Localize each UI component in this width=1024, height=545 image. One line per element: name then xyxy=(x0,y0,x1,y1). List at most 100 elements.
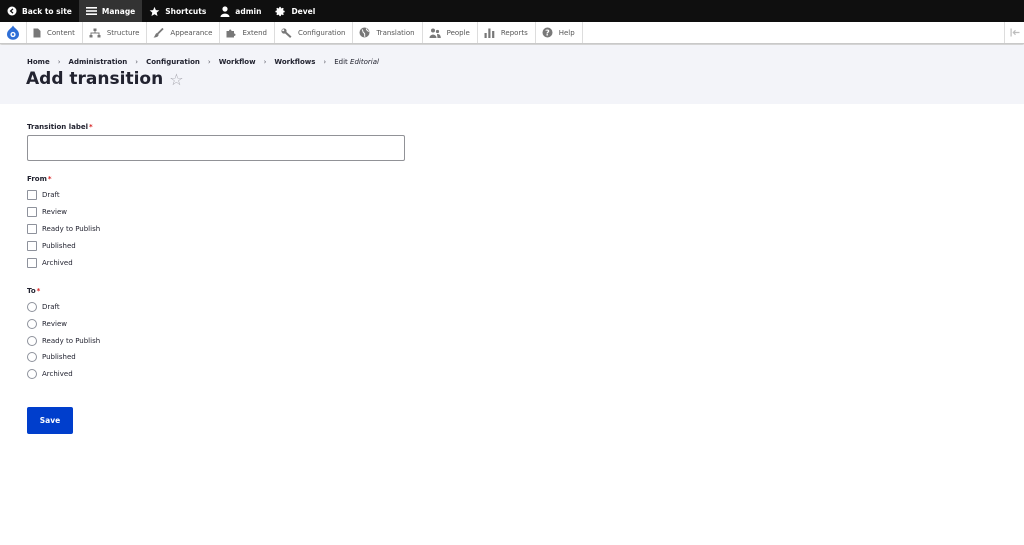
option-label: Ready to Publish xyxy=(42,225,101,233)
breadcrumb-separator: › xyxy=(57,58,61,66)
radio-button[interactable] xyxy=(27,336,37,346)
manage-label: Manage xyxy=(101,6,136,16)
checkbox[interactable] xyxy=(27,224,37,234)
back-arrow-icon xyxy=(7,6,17,16)
from-option-archived[interactable]: Archived xyxy=(27,258,73,268)
breadcrumb-home[interactable]: Home xyxy=(27,58,50,66)
checkbox[interactable] xyxy=(27,258,37,268)
sitemap-icon xyxy=(89,28,101,37)
option-label: Draft xyxy=(42,303,60,311)
help-icon: ? xyxy=(542,27,553,38)
collapse-arrow-icon xyxy=(1010,28,1019,37)
paintbrush-icon xyxy=(153,27,165,37)
tray-orientation-toggle[interactable] xyxy=(1004,22,1024,43)
breadcrumb-separator: › xyxy=(135,58,139,66)
breadcrumb-configuration[interactable]: Configuration xyxy=(146,58,200,66)
to-option-review[interactable]: Review xyxy=(27,319,67,329)
bar-chart-icon xyxy=(484,28,495,38)
breadcrumb-workflow[interactable]: Workflow xyxy=(219,58,256,66)
admin-toolbar: Back to site Manage Shortcuts admin Deve… xyxy=(0,0,1024,22)
tray-item-reports[interactable]: Reports xyxy=(478,22,536,43)
tray-item-appearance[interactable]: Appearance xyxy=(147,22,221,43)
breadcrumb-workflows[interactable]: Workflows xyxy=(274,58,315,66)
option-label: Draft xyxy=(42,191,60,199)
breadcrumb-edit-editorial[interactable]: Edit Editorial xyxy=(334,58,379,66)
page-title-text: Add transition xyxy=(26,69,164,89)
user-tab[interactable]: admin xyxy=(213,0,268,22)
devel-tab[interactable]: Devel xyxy=(268,0,322,22)
to-option-archived[interactable]: Archived xyxy=(27,369,73,379)
required-marker: * xyxy=(36,287,41,295)
checkbox[interactable] xyxy=(27,241,37,251)
transition-label-text: Transition label xyxy=(27,123,88,131)
puzzle-icon xyxy=(226,29,236,37)
tray-label-translation: Translation xyxy=(376,28,415,37)
tray-label-appearance: Appearance xyxy=(170,28,213,37)
tray-label-people: People xyxy=(446,28,470,37)
drupal-drop-icon xyxy=(7,25,19,40)
tray-item-content[interactable]: Content xyxy=(27,22,83,43)
checkbox[interactable] xyxy=(27,190,37,200)
to-label-text: To xyxy=(27,287,36,295)
drupal-logo[interactable] xyxy=(0,22,27,43)
tray-item-structure[interactable]: Structure xyxy=(83,22,148,43)
radio-button[interactable] xyxy=(27,319,37,329)
option-label: Archived xyxy=(42,259,73,267)
wrench-icon xyxy=(281,27,292,38)
option-label: Archived xyxy=(42,370,73,378)
transition-label-title: Transition label* xyxy=(27,123,93,131)
to-option-published[interactable]: Published xyxy=(27,352,76,362)
devel-label: Devel xyxy=(291,6,316,16)
gear-icon xyxy=(275,6,286,16)
option-label: Published xyxy=(42,353,76,361)
tray-label-extend: Extend xyxy=(242,28,267,37)
back-to-site-link[interactable]: Back to site xyxy=(0,0,79,22)
tray-item-configuration[interactable]: Configuration xyxy=(275,22,354,43)
manage-tab[interactable]: Manage xyxy=(78,0,143,22)
star-icon xyxy=(149,6,160,16)
breadcrumb-separator: › xyxy=(263,58,267,66)
option-label: Review xyxy=(42,320,67,328)
user-label: admin xyxy=(235,6,262,16)
from-option-draft[interactable]: Draft xyxy=(27,190,60,200)
breadcrumb: Home › Administration › Configuration › … xyxy=(27,58,379,66)
breadcrumb-edit-workflow-name: Editorial xyxy=(350,58,379,66)
from-option-published[interactable]: Published xyxy=(27,241,76,251)
user-icon xyxy=(220,5,230,17)
option-label: Published xyxy=(42,242,76,250)
globe-icon xyxy=(359,27,370,38)
tray-item-people[interactable]: People xyxy=(423,22,478,43)
tray-label-configuration: Configuration xyxy=(297,28,346,37)
breadcrumb-separator: › xyxy=(323,58,327,66)
breadcrumb-administration[interactable]: Administration xyxy=(69,58,128,66)
breadcrumb-edit-prefix: Edit xyxy=(334,58,348,66)
shortcut-star-icon[interactable]: ☆ xyxy=(169,70,183,89)
radio-button[interactable] xyxy=(27,302,37,312)
tray-label-structure: Structure xyxy=(106,28,140,37)
from-option-review[interactable]: Review xyxy=(27,207,67,217)
tray-item-help[interactable]: ? Help xyxy=(536,22,583,43)
breadcrumb-separator: › xyxy=(207,58,211,66)
tray-label-content: Content xyxy=(47,28,75,37)
back-to-site-label: Back to site xyxy=(22,6,72,16)
checkbox[interactable] xyxy=(27,207,37,217)
required-marker: * xyxy=(47,175,52,183)
option-label: Review xyxy=(42,208,67,216)
radio-button[interactable] xyxy=(27,369,37,379)
from-label-text: From xyxy=(27,175,47,183)
to-option-draft[interactable]: Draft xyxy=(27,302,60,312)
admin-menu-tray: Content Structure Appearance Extend Conf… xyxy=(0,22,1024,44)
hamburger-icon xyxy=(85,7,97,15)
radio-button[interactable] xyxy=(27,352,37,362)
tray-item-extend[interactable]: Extend xyxy=(220,22,275,43)
to-option-ready-to-publish[interactable]: Ready to Publish xyxy=(27,336,100,346)
shortcuts-tab[interactable]: Shortcuts xyxy=(142,0,213,22)
option-label: Ready to Publish xyxy=(42,337,101,345)
transition-label-input[interactable] xyxy=(27,135,405,161)
tray-label-reports: Reports xyxy=(500,28,528,37)
tray-item-translation[interactable]: Translation xyxy=(353,22,423,43)
from-label: From* xyxy=(27,175,52,183)
save-button[interactable]: Save xyxy=(27,407,73,434)
people-icon xyxy=(429,28,441,38)
from-option-ready-to-publish[interactable]: Ready to Publish xyxy=(27,224,100,234)
